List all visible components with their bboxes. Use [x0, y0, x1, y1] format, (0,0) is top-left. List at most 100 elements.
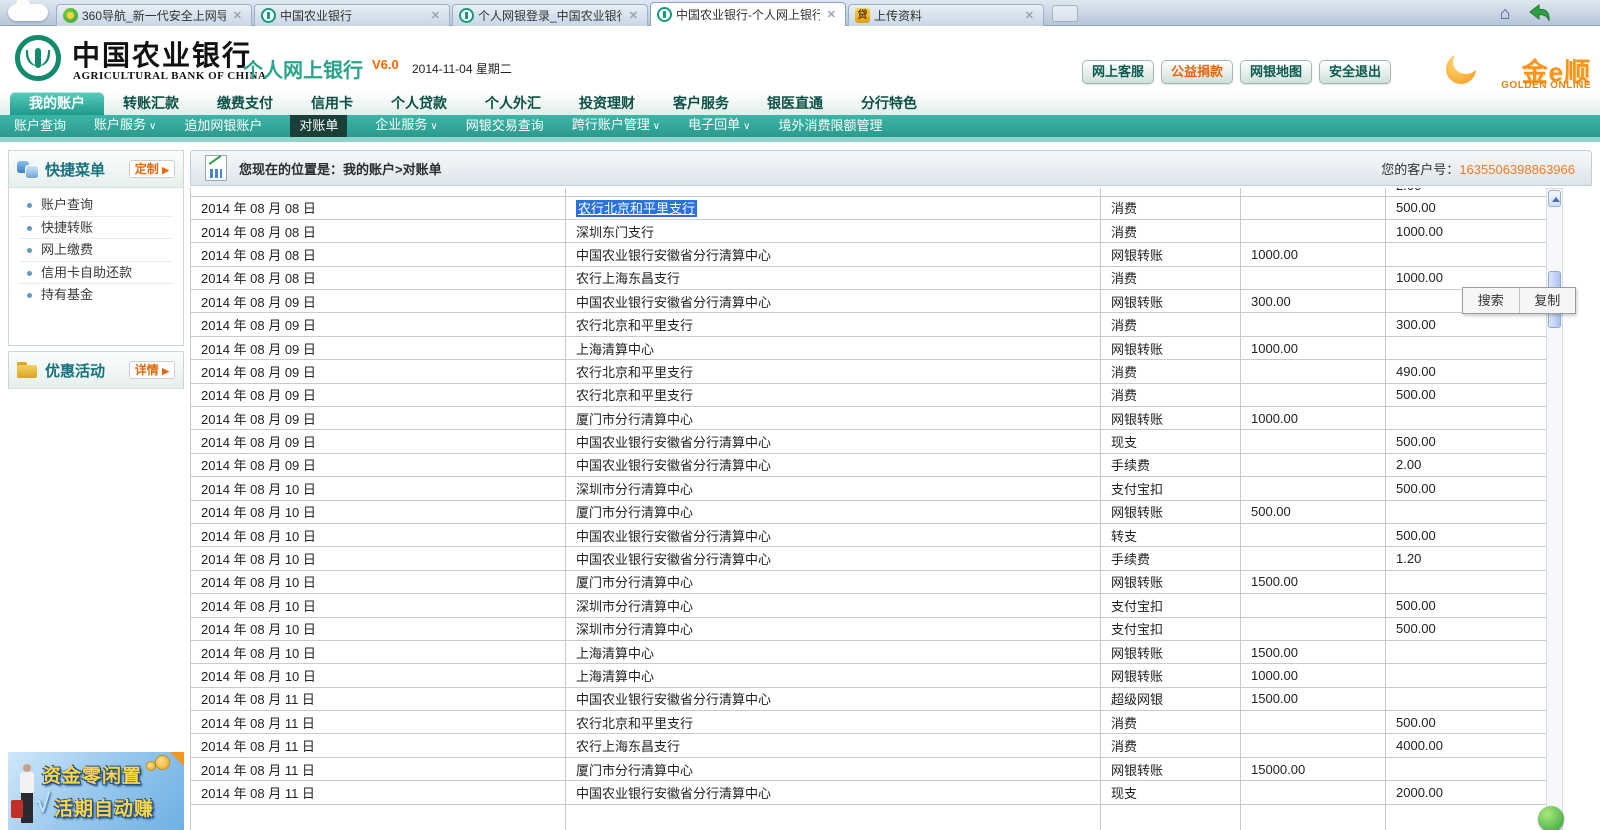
table-row: 2014 年 08 月 09 日厦门市分行清算中心 网银转账 1000.00 — [190, 406, 1547, 431]
header-link-3[interactable]: 网银地图 — [1240, 60, 1312, 84]
breadcrumb-bar: 您现在的位置是：我的账户>对账单 您的客户号：1635506398863966 — [190, 150, 1592, 186]
header-date: 2014-11-04 星期二 — [412, 62, 512, 76]
browser-menu-cloud-icon[interactable] — [8, 0, 48, 21]
table-row: 2014 年 08 月 10 日深圳市分行清算中心 支付宝扣 500.00 — [190, 593, 1547, 618]
bullet-dot-icon — [27, 203, 32, 208]
cell-date: 2014 年 08 月 09 日 — [190, 289, 566, 314]
selection-context-menu: 搜索 复制 — [1462, 287, 1576, 314]
abc-icon — [459, 8, 474, 23]
nav-tab[interactable]: 我的账户 — [10, 92, 104, 115]
browser-tab[interactable]: 360导航_新一代安全上网导航 ✕ — [56, 4, 252, 26]
copy-menu-item[interactable]: 复制 — [1518, 288, 1576, 313]
ad-line1: 资金零闲置 — [42, 766, 143, 787]
subnav-item[interactable]: 企业服务 ∨ — [375, 115, 437, 137]
scroll-up-arrow-icon[interactable] — [1548, 190, 1561, 207]
table-row: 2014 年 08 月 09 日农行北京和平里支行 消费 500.00 — [190, 382, 1547, 408]
floating-green-ball-icon[interactable] — [1538, 806, 1564, 830]
subnav-item[interactable]: 账户服务 ∨ — [94, 115, 156, 137]
cell-type: 支付宝扣 — [1100, 616, 1241, 641]
browser-tabs: 360导航_新一代安全上网导航 ✕ 中国农业银行 ✕ 个人网银登录_中国农业银行 ✕ 中国农… — [56, 2, 1046, 26]
cell-in — [1240, 593, 1386, 618]
browser-tab[interactable]: 中国农业银行 ✕ — [254, 4, 450, 26]
sidebar-item[interactable]: 持有基金 — [19, 284, 173, 307]
cell-type: 超级网银 — [1100, 686, 1241, 712]
abc-icon — [261, 8, 276, 23]
cell-out — [1385, 242, 1547, 267]
subnav-item[interactable]: 账户查询 — [14, 116, 66, 136]
tab-title: 中国农业银行 — [280, 9, 353, 23]
sidebar-ad-banner[interactable]: 资金零闲置 √ 活期自动赚 — [8, 752, 184, 830]
nav-tab[interactable]: 投资理财 — [560, 92, 654, 115]
subnav-item[interactable]: 跨行账户管理 ∨ — [572, 115, 660, 137]
nav-tab[interactable]: 转账汇款 — [104, 92, 198, 115]
nav-divider-strip — [0, 137, 1600, 142]
cell-branch: 中国农业银行安徽省分行清算中心 — [565, 780, 1101, 805]
chevron-down-icon: ∨ — [652, 121, 661, 132]
header-link-2[interactable]: 公益捐款 — [1161, 60, 1233, 84]
close-icon[interactable]: ✕ — [230, 9, 245, 22]
partial-amount: 2.00 — [1396, 188, 1546, 193]
close-icon[interactable]: ✕ — [428, 9, 443, 22]
header-link-4[interactable]: 安全退出 — [1319, 60, 1391, 84]
vertical-scrollbar[interactable] — [1546, 188, 1563, 830]
cell-in — [1240, 710, 1386, 735]
customize-button[interactable]: 定制 ▶ — [128, 160, 175, 178]
search-menu-item[interactable]: 搜索 — [1463, 288, 1519, 313]
close-icon[interactable]: ✕ — [1022, 9, 1037, 22]
nav-tab[interactable]: 个人贷款 — [372, 92, 466, 115]
cell-type: 手续费 — [1100, 452, 1241, 478]
cell-type: 网银转账 — [1100, 289, 1241, 314]
selected-text[interactable]: 农行北京和平里支行 — [576, 200, 698, 218]
home-icon[interactable]: ⌂ — [1494, 3, 1516, 23]
cell-in — [1240, 616, 1386, 641]
nav-tab[interactable]: 信用卡 — [292, 92, 372, 115]
subnav-item[interactable]: 境外消费限额管理 — [778, 116, 882, 136]
browser-tab[interactable]: 个人网银登录_中国农业银行 ✕ — [452, 4, 648, 26]
new-tab-button[interactable] — [1052, 5, 1078, 22]
statement-doc-icon — [205, 155, 227, 181]
subnav-item[interactable]: 追加网银账户 — [184, 116, 262, 136]
details-button[interactable]: 详情 ▶ — [128, 361, 175, 379]
cell-out: 2000.00 — [1385, 780, 1547, 805]
quick-menu-icon — [17, 161, 39, 179]
header-link-1[interactable]: 网上客服 — [1082, 60, 1154, 84]
nav-tab[interactable]: 个人外汇 — [466, 92, 560, 115]
cell-type: 消费 — [1100, 265, 1241, 291]
cell-type: 手续费 — [1100, 546, 1241, 571]
sidebar-item[interactable]: 快捷转账 — [19, 217, 173, 239]
sidebar-item-label: 持有基金 — [41, 287, 94, 302]
close-icon[interactable]: ✕ — [626, 9, 641, 22]
cell-in — [1240, 476, 1386, 501]
browser-tab[interactable]: 贷上传资料 ✕ — [848, 4, 1044, 26]
cell-in — [1240, 265, 1386, 291]
table-row: 2014 年 08 月 09 日上海清算中心 网银转账 1000.00 — [190, 335, 1547, 361]
sidebar-item[interactable]: 信用卡自助还款 — [19, 262, 173, 284]
cell-date: 2014 年 08 月 09 日 — [190, 429, 566, 454]
subnav-item[interactable]: 电子回单 ∨ — [688, 115, 750, 137]
cell-branch: 中国农业银行安徽省分行清算中心 — [565, 242, 1101, 267]
table-row: 2014 年 08 月 10 日上海清算中心 网银转账 1000.00 — [190, 663, 1547, 688]
nav-tab[interactable]: 分行特色 — [842, 92, 936, 115]
abc-icon — [657, 7, 672, 22]
browser-tab[interactable]: 中国农业银行-个人网上银行 ✕ — [650, 2, 846, 26]
cell-date: 2014 年 08 月 10 日 — [190, 569, 566, 595]
cell-date: 2014 年 08 月 10 日 — [190, 522, 566, 548]
coin-icon — [155, 755, 170, 770]
cell-in: 500.00 — [1240, 499, 1386, 524]
cell-out: 500.00 — [1385, 522, 1547, 548]
cell-branch: 农行上海东昌支行 — [565, 265, 1101, 291]
cell-out: 300.00 — [1385, 312, 1547, 337]
nav-tab[interactable]: 客户服务 — [654, 92, 748, 115]
table-row: 2014 年 08 月 08 日农行上海东昌支行 消费 1000.00 — [190, 265, 1547, 291]
cell-out: 2.00 — [1385, 452, 1547, 478]
nav-tab[interactable]: 银医直通 — [748, 92, 842, 115]
sidebar-item[interactable]: 网上缴费 — [19, 239, 173, 262]
cell-type: 消费 — [1100, 710, 1241, 735]
subnav-item[interactable]: 网银交易查询 — [466, 116, 544, 136]
close-icon[interactable]: ✕ — [824, 8, 839, 21]
nav-tab[interactable]: 缴费支付 — [198, 92, 292, 115]
back-arrow-icon[interactable] — [1528, 3, 1552, 23]
sidebar-item[interactable]: 账户查询 — [19, 194, 173, 217]
bullet-dot-icon — [27, 225, 32, 231]
subnav-item[interactable]: 对账单 — [290, 115, 348, 137]
